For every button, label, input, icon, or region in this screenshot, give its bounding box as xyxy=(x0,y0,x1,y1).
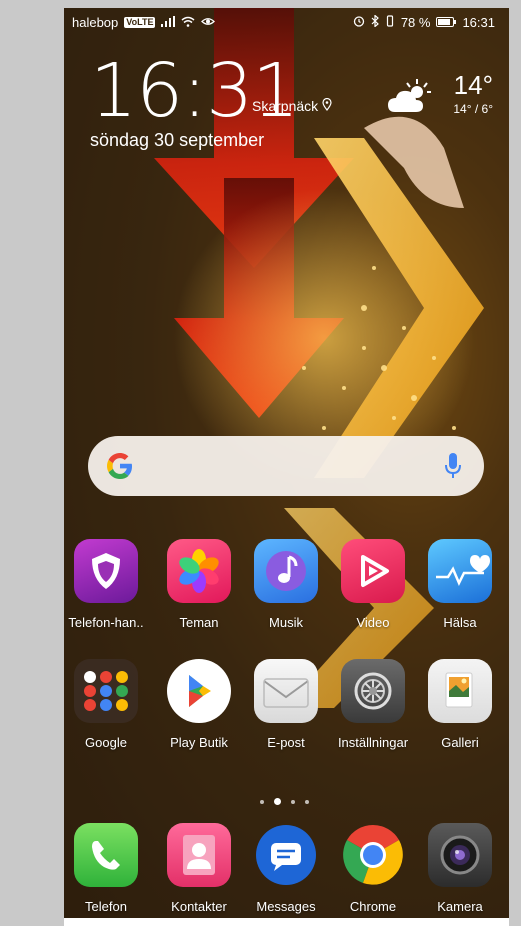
vibrate-icon xyxy=(385,15,395,30)
app-label: Galleri xyxy=(441,735,479,750)
bluetooth-icon xyxy=(371,14,379,30)
app-label: Messages xyxy=(256,899,316,914)
weather-range: 14° / 6° xyxy=(453,102,493,116)
page-dot xyxy=(260,799,264,804)
alarm-icon xyxy=(353,15,365,30)
clock-widget[interactable]: 16:31 xyxy=(90,54,299,128)
app-telefonhanterare[interactable]: Telefon-han.. xyxy=(64,539,150,630)
app-label: Teman xyxy=(179,615,219,630)
email-icon xyxy=(254,659,318,723)
app-label: Video xyxy=(356,615,390,630)
app-label: Inställningar xyxy=(337,735,409,750)
app-label: Chrome xyxy=(349,899,397,914)
status-time: 16:31 xyxy=(462,15,495,30)
location-name: Skarpnäck xyxy=(252,98,319,114)
app-e-post[interactable]: E-post xyxy=(242,659,330,750)
contacts-icon xyxy=(167,823,231,887)
app-label: Kamera xyxy=(437,899,483,914)
play-store-icon xyxy=(167,659,231,723)
location-pin-icon xyxy=(322,97,332,114)
app-label: Musik xyxy=(269,615,303,630)
google-logo-icon xyxy=(104,450,136,482)
mic-icon[interactable] xyxy=(444,452,462,485)
date-label: söndag 30 september xyxy=(90,130,265,150)
app-play-butik[interactable]: Play Butik xyxy=(155,659,243,750)
app-halsa[interactable]: Hälsa xyxy=(416,539,504,630)
app-teman[interactable]: Teman xyxy=(155,539,243,630)
camera-icon xyxy=(428,823,492,887)
app-label: E-post xyxy=(267,735,305,750)
app-galleri[interactable]: Galleri xyxy=(416,659,504,750)
home-screen: halebop VoLTE 78 % 16:31 16:31 Skarpnäck… xyxy=(64,8,509,918)
app-musik[interactable]: Musik xyxy=(242,539,330,630)
page-dot xyxy=(305,799,309,804)
settings-icon xyxy=(341,659,405,723)
frame-right xyxy=(509,0,521,926)
dock-chrome[interactable]: Chrome xyxy=(329,823,417,914)
app-label: Google xyxy=(85,735,127,750)
video-icon xyxy=(341,539,405,603)
dock-kontakter[interactable]: Kontakter xyxy=(155,823,243,914)
google-folder-icon xyxy=(74,659,138,723)
page-indicator xyxy=(260,798,309,805)
partly-sunny-icon xyxy=(387,78,433,119)
battery-icon xyxy=(436,15,457,30)
signal-icon xyxy=(161,15,176,30)
eye-icon xyxy=(201,15,216,30)
themes-icon xyxy=(167,539,231,603)
wifi-icon xyxy=(181,15,195,30)
app-google-folder[interactable]: Google xyxy=(64,659,150,750)
shield-icon xyxy=(74,539,138,603)
status-bar: halebop VoLTE 78 % 16:31 xyxy=(64,8,509,38)
google-search-bar[interactable] xyxy=(88,436,484,496)
carrier-name: halebop xyxy=(72,15,119,30)
app-label: Play Butik xyxy=(170,735,228,750)
frame-left xyxy=(0,0,64,926)
app-installningar[interactable]: Inställningar xyxy=(329,659,417,750)
dock-messages[interactable]: Messages xyxy=(242,823,330,914)
messages-icon xyxy=(254,823,318,887)
app-label: Telefon-han.. xyxy=(68,615,144,630)
health-icon xyxy=(428,539,492,603)
app-label: Kontakter xyxy=(171,899,227,914)
dock-kamera[interactable]: Kamera xyxy=(416,823,504,914)
dock-telefon[interactable]: Telefon xyxy=(64,823,150,914)
phone-icon xyxy=(74,823,138,887)
location-label: Skarpnäck xyxy=(252,97,332,114)
chrome-icon xyxy=(341,823,405,887)
battery-percent: 78 % xyxy=(400,15,431,30)
volte-badge: VoLTE xyxy=(124,17,156,28)
app-label: Telefon xyxy=(85,899,127,914)
frame-top xyxy=(0,0,521,8)
page-dot xyxy=(291,799,295,804)
app-label: Hälsa xyxy=(443,615,477,630)
gallery-icon xyxy=(428,659,492,723)
music-icon xyxy=(254,539,318,603)
page-dot-active xyxy=(274,798,281,805)
weather-temp: 14° xyxy=(453,70,493,100)
weather-widget[interactable]: 14° 14° / 6° xyxy=(383,70,493,120)
app-video[interactable]: Video xyxy=(329,539,417,630)
